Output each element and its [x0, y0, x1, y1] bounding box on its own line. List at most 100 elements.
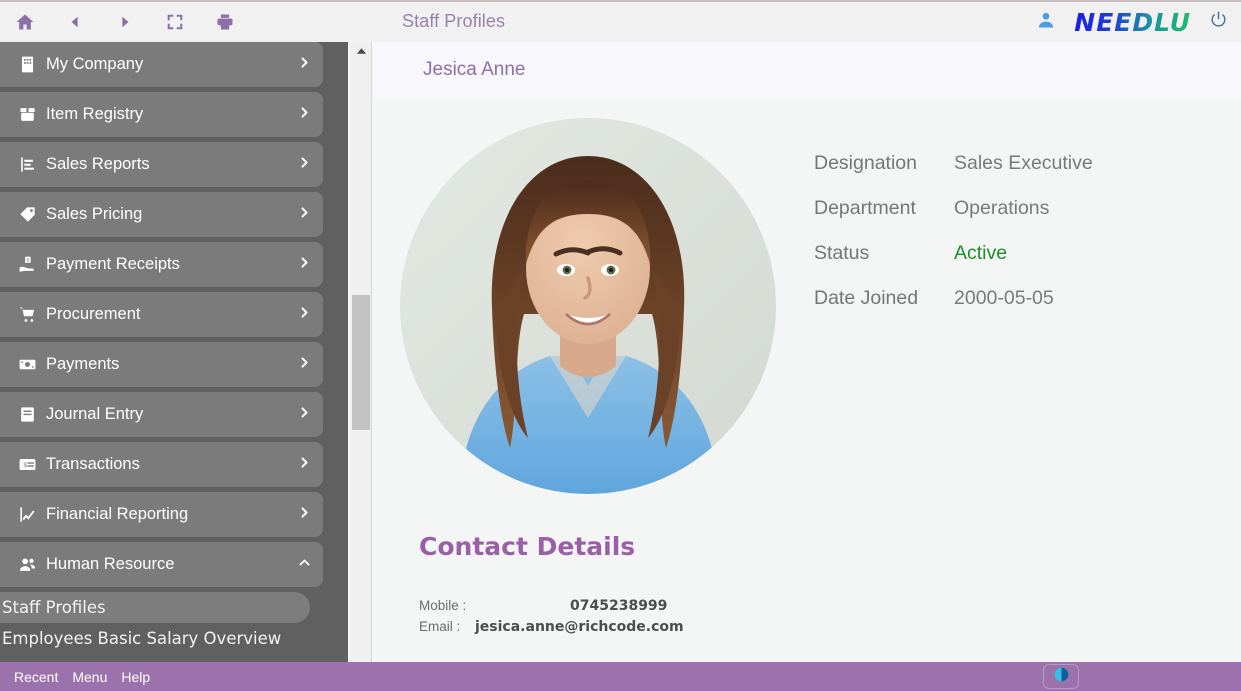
chevron-right-icon[interactable]	[298, 456, 311, 474]
submenu-item-label: Employees Basic Salary Overview	[2, 629, 282, 648]
chevron-up-icon[interactable]	[298, 556, 311, 574]
contact-label: Mobile :	[419, 598, 467, 613]
fullscreen-button[interactable]	[150, 2, 200, 42]
page-title: Staff Profiles	[402, 11, 506, 31]
detail-row: Designation Sales Executive	[814, 152, 1093, 175]
chevron-right-icon[interactable]	[298, 506, 311, 524]
employee-photo	[400, 118, 776, 494]
svg-text:$: $	[23, 462, 27, 469]
chevron-right-icon[interactable]	[298, 206, 311, 224]
sidebar-item-label: Procurement	[46, 305, 141, 323]
detail-label: Department	[814, 197, 916, 219]
sidebar-item-item-registry[interactable]: Item Registry	[0, 92, 323, 137]
bottom-links: Recent Menu Help	[0, 669, 150, 685]
contact-label: Email :	[419, 619, 461, 634]
chevron-right-icon[interactable]	[298, 406, 311, 424]
sidebar-item-label: Journal Entry	[46, 405, 144, 423]
sidebar-item-label: Item Registry	[46, 105, 144, 123]
detail-row: Department Operations	[814, 197, 1093, 220]
chevron-right-icon[interactable]	[298, 56, 311, 74]
sidebar-item-financial-reporting[interactable]: Financial Reporting	[0, 492, 323, 537]
bottom-link-recent[interactable]: Recent	[14, 669, 58, 685]
sidebar-item-label: Human Resource	[46, 555, 175, 573]
detail-value: 2000-05-05	[954, 287, 1054, 309]
main-content: Jesica Anne Designation Sales Executive …	[373, 42, 1241, 662]
detail-label: Designation	[814, 152, 917, 174]
sidebar-item-label: Sales Reports	[46, 155, 150, 173]
sidebar-item-sales-pricing[interactable]: Sales Pricing	[0, 192, 323, 237]
print-icon	[215, 12, 235, 32]
sidebar-navigation[interactable]: My Company Item Registry Sales Reports Sale…	[0, 42, 348, 662]
back-icon	[68, 15, 82, 29]
detail-label: Status	[814, 242, 870, 264]
logout-button[interactable]	[1201, 2, 1235, 42]
topbar-right-group: NEEDLU	[1028, 2, 1235, 42]
bottom-link-menu[interactable]: Menu	[72, 669, 107, 685]
line-chart-icon	[8, 505, 46, 524]
chevron-right-icon[interactable]	[298, 156, 311, 174]
hand-money-icon: $	[8, 255, 46, 274]
brand-logo: NEEDLU	[1068, 8, 1197, 37]
detail-label: Date Joined	[814, 287, 919, 309]
sidebar-submenu-list: Staff Profiles Employees Basic Salary Ove…	[0, 592, 348, 662]
contact-row: Mobile : 0745238999	[419, 598, 684, 619]
contact-row: Email : jesica.anne@richcode.com	[419, 619, 684, 640]
box-icon	[8, 105, 46, 124]
submenu-item-label: Staff Profiles	[2, 598, 106, 617]
sidebar-menu-list: My Company Item Registry Sales Reports Sale…	[0, 42, 348, 587]
user-icon	[1036, 10, 1056, 35]
profile-header: Jesica Anne	[373, 42, 1241, 98]
scrollbar-thumb[interactable]	[352, 295, 370, 430]
application-window: Staff Profiles NEEDLU My Company Item Re…	[0, 0, 1241, 691]
tag-icon	[8, 205, 46, 224]
caret-up-icon	[356, 42, 367, 60]
svg-text:$: $	[26, 258, 29, 264]
cart-icon	[8, 305, 46, 324]
submenu-item-staff-profiles[interactable]: Staff Profiles	[0, 592, 310, 623]
submenu-item-employee-payroll-report[interactable]: Employee Payroll Report	[0, 654, 310, 662]
sidebar-item-sales-reports[interactable]: Sales Reports	[0, 142, 323, 187]
scroll-up-button[interactable]	[350, 42, 372, 60]
sidebar-item-label: Financial Reporting	[46, 505, 189, 523]
sidebar-scrollbar[interactable]	[350, 42, 372, 662]
contact-value: jesica.anne@richcode.com	[475, 619, 684, 635]
sidebar-item-payment-receipts[interactable]: $ Payment Receipts	[0, 242, 323, 287]
contact-details-list: Mobile : 0745238999 Email : jesica.anne@ric…	[419, 598, 684, 640]
fullscreen-icon	[166, 13, 184, 31]
home-button[interactable]	[0, 2, 50, 42]
theme-toggle-button[interactable]	[1043, 664, 1079, 689]
top-toolbar: Staff Profiles NEEDLU	[0, 0, 1241, 42]
power-icon	[1209, 10, 1228, 34]
print-button[interactable]	[200, 2, 250, 42]
money-icon	[8, 355, 46, 374]
bar-chart-icon	[8, 155, 46, 174]
employee-name: Jesica Anne	[423, 59, 526, 80]
sidebar-item-label: Payment Receipts	[46, 255, 180, 273]
detail-value: Sales Executive	[954, 152, 1093, 174]
bottom-link-help[interactable]: Help	[121, 669, 150, 685]
building-icon	[8, 55, 46, 74]
submenu-item-employees-basic-salary-overview[interactable]: Employees Basic Salary Overview	[0, 623, 310, 654]
sidebar-item-human-resource[interactable]: Human Resource	[0, 542, 323, 587]
chevron-right-icon[interactable]	[298, 306, 311, 324]
forward-button[interactable]	[100, 2, 150, 42]
home-icon	[15, 12, 35, 32]
contact-details-heading: Contact Details	[419, 532, 636, 561]
sidebar-item-payments[interactable]: Payments	[0, 342, 323, 387]
bottom-status-bar: Recent Menu Help	[0, 662, 1241, 691]
sidebar-item-my-company[interactable]: My Company	[0, 42, 323, 87]
users-icon	[8, 555, 46, 574]
employee-details: Designation Sales Executive Department Oper…	[814, 152, 1093, 332]
back-button[interactable]	[50, 2, 100, 42]
detail-value: Operations	[954, 197, 1050, 219]
sidebar-item-transactions[interactable]: $ Transactions	[0, 442, 323, 487]
detail-row: Status Active	[814, 242, 1093, 265]
chevron-right-icon[interactable]	[298, 356, 311, 374]
book-icon	[8, 405, 46, 424]
user-account-button[interactable]	[1028, 2, 1064, 42]
chevron-right-icon[interactable]	[298, 106, 311, 124]
sidebar-item-procurement[interactable]: Procurement	[0, 292, 323, 337]
forward-icon	[118, 15, 132, 29]
sidebar-item-journal-entry[interactable]: Journal Entry	[0, 392, 323, 437]
chevron-right-icon[interactable]	[298, 256, 311, 274]
